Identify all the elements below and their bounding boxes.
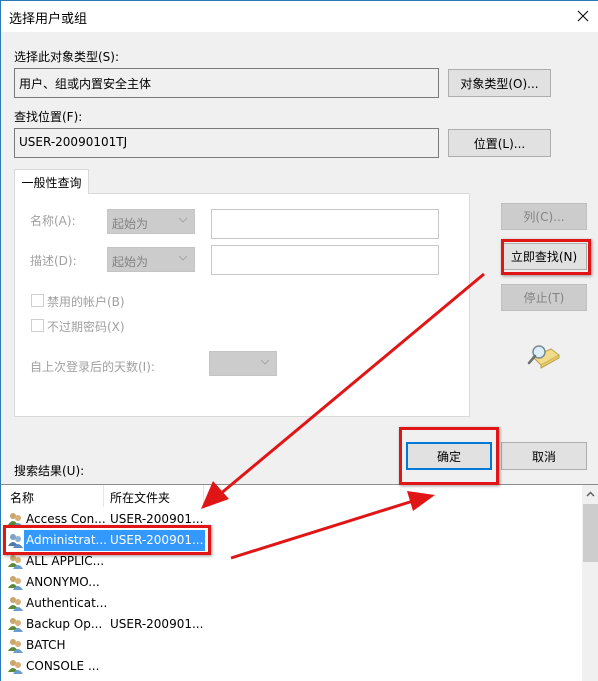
annotation-box-ok [399,427,499,485]
item-folder: USER-200901... [110,617,204,631]
tab-label: 一般性查询 [21,175,82,190]
item-name: ALL APPLIC... [26,554,105,568]
group-icon [8,576,23,590]
window-title: 选择用户或组 [9,12,88,27]
non-expiring-password-checkbox[interactable] [31,319,44,332]
columns-button[interactable]: 列(C)... [501,203,587,230]
object-type-field: 用户、组或内置安全主体 [14,68,439,98]
close-button[interactable] [568,1,598,31]
chevron-up-icon [586,490,595,497]
group-icon [8,618,23,632]
chevron-down-icon [178,217,188,223]
name-match-value: 起始为 [112,217,149,231]
item-name: ANONYMO... [26,575,100,589]
object-types-button[interactable]: 对象类型(O)... [448,69,551,97]
tab-general-queries[interactable]: 一般性查询 [14,169,89,194]
list-item[interactable]: BATCH [1,635,581,656]
scroll-thumb[interactable] [583,504,598,562]
group-icon [8,639,23,653]
days-since-last-logon-label: 自上次登录后的天数(I): [30,360,155,374]
title-bar: 选择用户或组 [1,1,598,32]
item-folder: USER-200901... [110,512,204,526]
description-match-combo[interactable]: 起始为 [107,247,195,272]
list-item[interactable]: Backup Op... USER-200901... [1,614,581,635]
name-match-combo[interactable]: 起始为 [107,209,195,234]
group-icon [8,597,23,611]
location-label: 查找位置(F): [14,110,83,124]
name-label: 名称(A): [30,214,76,228]
list-item[interactable]: Authenticat... [1,593,581,614]
object-type-label: 选择此对象类型(S): [14,50,120,64]
column-separator[interactable] [203,485,204,507]
disabled-accounts-checkbox[interactable] [31,294,44,307]
item-name: CONSOLE ... [26,659,100,673]
column-separator[interactable] [103,485,104,507]
select-users-or-groups-dialog: 选择用户或组 选择此对象类型(S): 用户、组或内置安全主体 对象类型(O)..… [0,0,598,681]
item-name: Authenticat... [26,596,108,610]
scroll-up-button[interactable] [582,485,598,502]
description-label: 描述(D): [30,254,77,268]
group-icon [8,555,23,569]
general-queries-panel: 名称(A): 起始为 描述(D): 起始为 禁用的帐户(B) 不过期密码(X) … [14,193,470,417]
item-name: Access Con... [26,512,106,526]
disabled-accounts-label: 禁用的帐户(B) [47,295,125,309]
close-icon [577,10,589,22]
days-since-last-logon-combo[interactable] [209,351,277,376]
item-name: Backup Op... [26,617,103,631]
column-header-name[interactable]: 名称 [10,489,34,506]
group-icon [8,660,23,674]
stop-button[interactable]: 停止(T) [501,284,587,311]
column-header-folder[interactable]: 所在文件夹 [110,489,170,506]
list-header: 名称 所在文件夹 [1,485,581,507]
list-item[interactable]: CONSOLE ... [1,656,581,677]
vertical-scrollbar[interactable] [582,485,598,681]
search-results-label: 搜索结果(U): [14,464,85,478]
description-match-value: 起始为 [112,255,149,269]
location-field: USER-20090101TJ [14,128,439,158]
search-magnifier-icon [527,345,560,369]
search-results-list[interactable]: 名称 所在文件夹 Access Con... USER-200901... Ad… [1,484,598,681]
chevron-down-icon [260,359,270,365]
chevron-down-icon [178,255,188,261]
list-item[interactable]: ANONYMO... [1,572,581,593]
annotation-box-find-now [501,239,591,275]
locations-button[interactable]: 位置(L)... [448,129,551,157]
item-name: BATCH [26,638,66,652]
description-input[interactable] [211,245,439,275]
non-expiring-password-label: 不过期密码(X) [47,320,125,334]
name-input[interactable] [211,209,439,239]
cancel-button[interactable]: 取消 [501,442,587,470]
annotation-box-selected-row [3,525,211,555]
